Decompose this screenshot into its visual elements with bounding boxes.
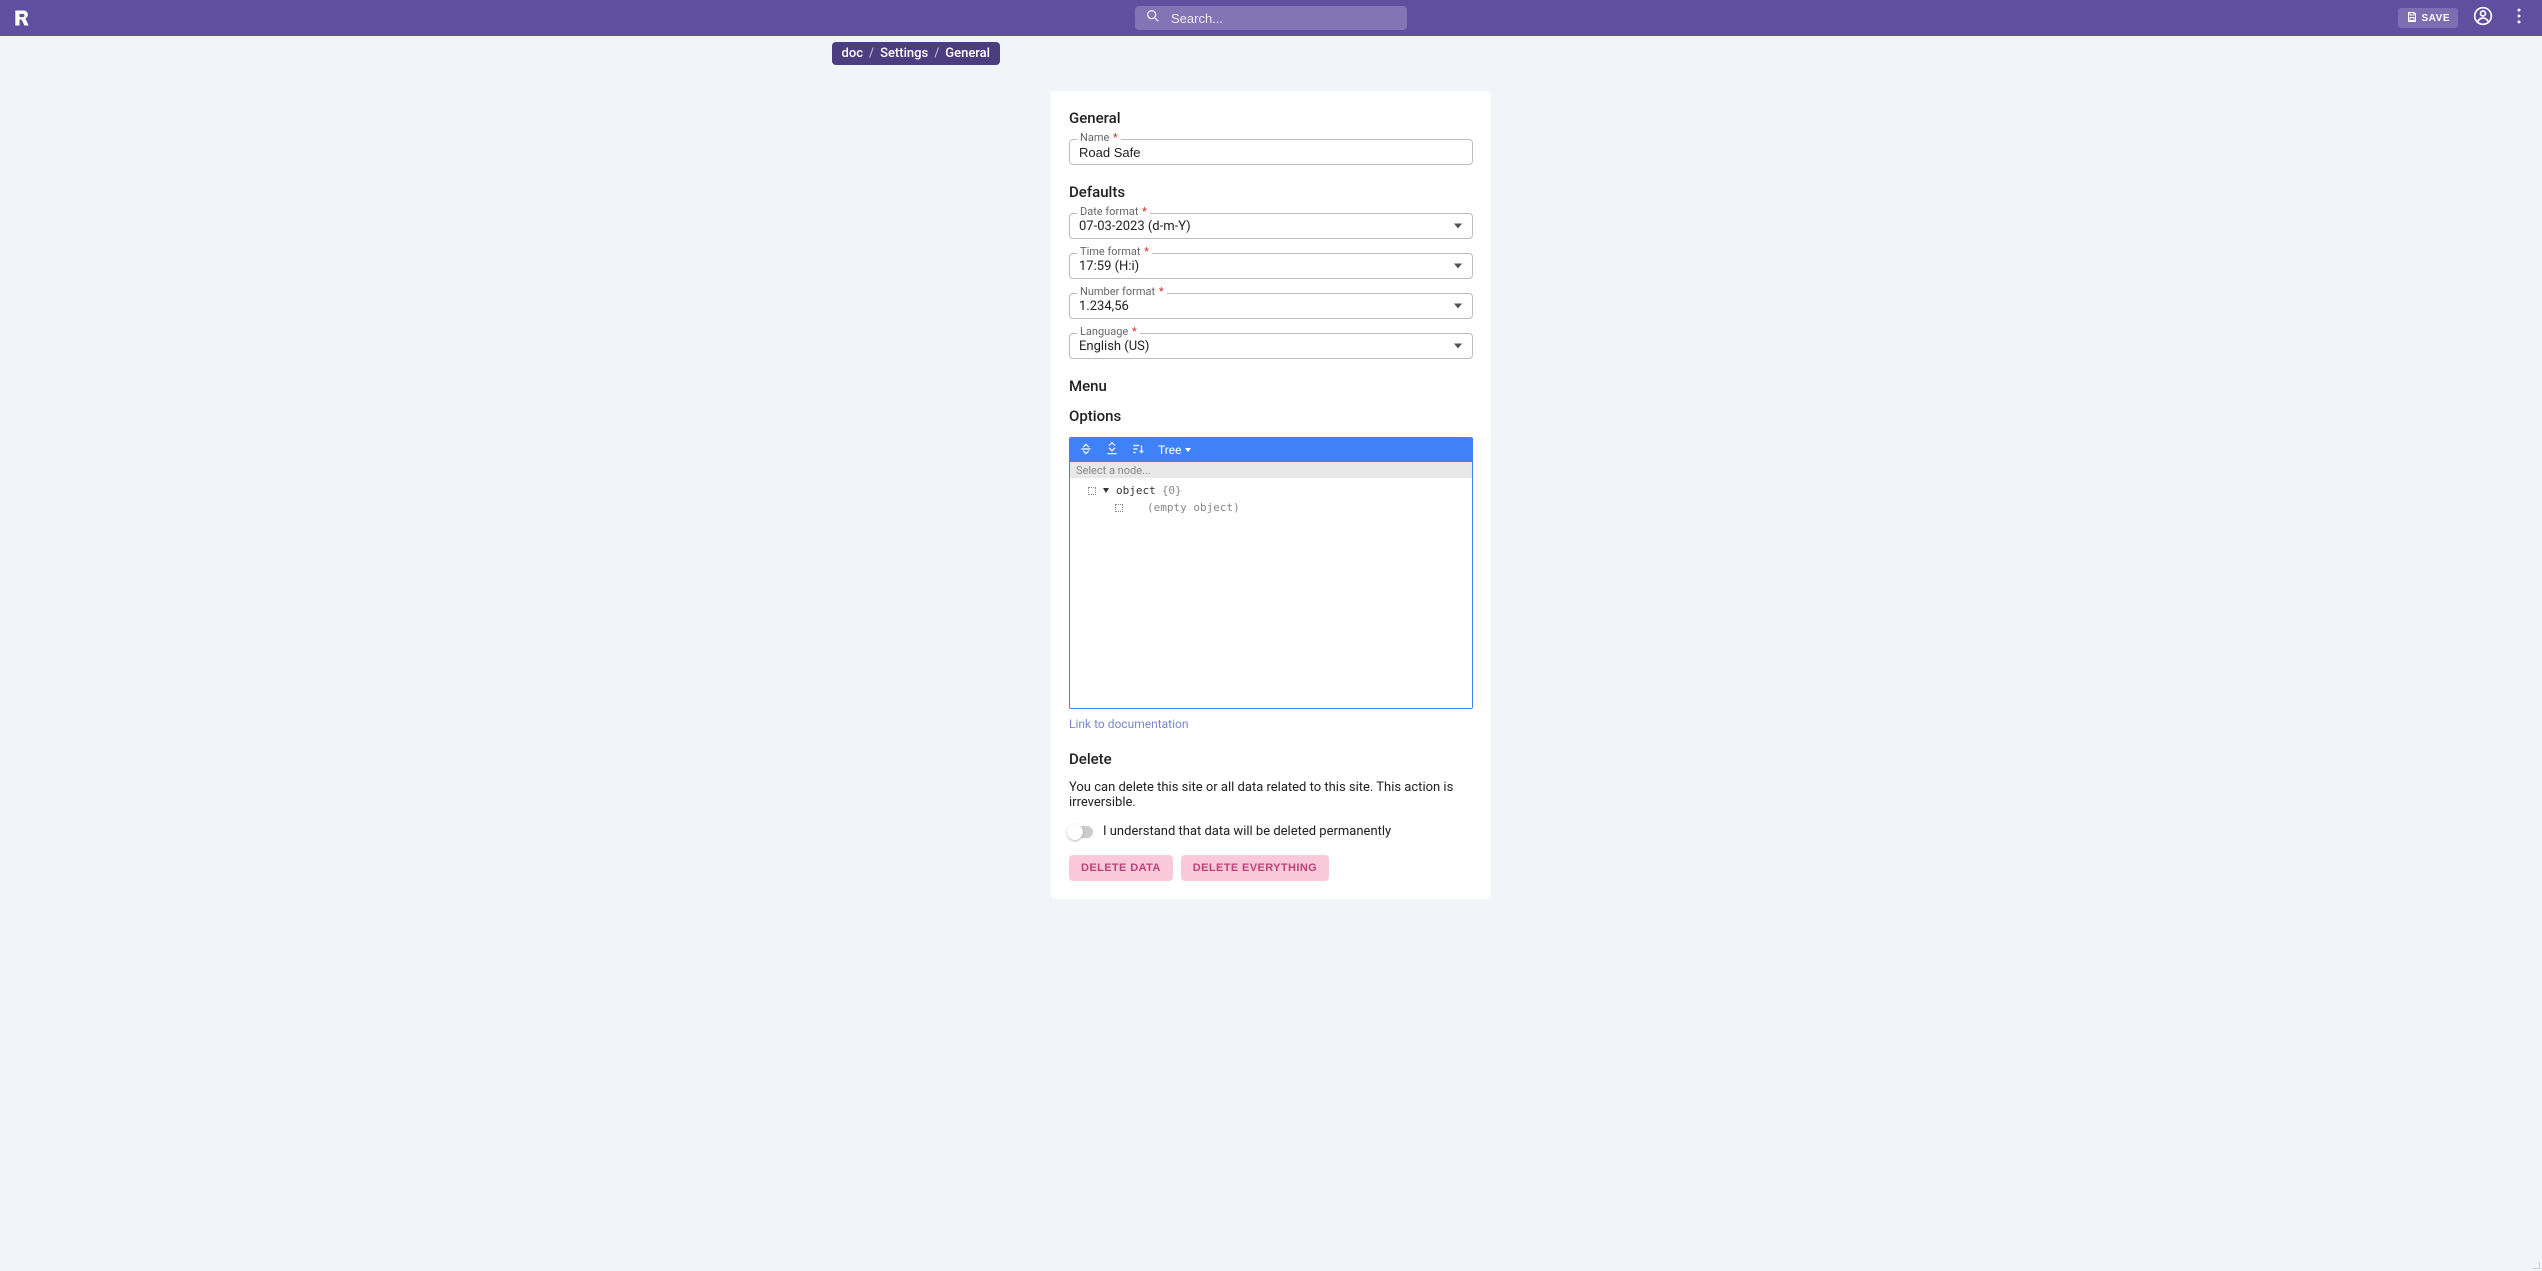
more-vert-icon bbox=[2509, 6, 2529, 30]
drag-handle-icon[interactable] bbox=[1088, 487, 1096, 495]
documentation-link[interactable]: Link to documentation bbox=[1069, 717, 1188, 731]
expand-toggle-icon[interactable] bbox=[1103, 488, 1109, 493]
collapse-all-icon bbox=[1079, 442, 1093, 459]
label-language: Language * bbox=[1077, 326, 1140, 337]
section-title-delete: Delete bbox=[1069, 750, 1473, 768]
field-name: Name * bbox=[1069, 139, 1473, 165]
editor-mode-label: Tree bbox=[1158, 443, 1181, 457]
breadcrumb-separator: / bbox=[869, 46, 874, 61]
breadcrumb-item-doc[interactable]: doc bbox=[842, 46, 864, 61]
topbar-actions: SAVE bbox=[2398, 7, 2531, 29]
settings-card: General Name * Defaults Date format * 07… bbox=[1051, 91, 1491, 899]
section-title-general: General bbox=[1069, 109, 1473, 127]
label-time-format: Time format * bbox=[1077, 246, 1152, 257]
chevron-down-icon bbox=[1185, 448, 1191, 452]
label-number-format: Number format * bbox=[1077, 286, 1167, 297]
section-title-options: Options bbox=[1069, 407, 1473, 425]
sort-icon bbox=[1131, 442, 1145, 459]
confirm-delete-toggle[interactable] bbox=[1069, 826, 1093, 838]
breadcrumb: doc / Settings / General bbox=[832, 42, 1000, 65]
save-button[interactable]: SAVE bbox=[2398, 8, 2459, 28]
section-title-defaults: Defaults bbox=[1069, 183, 1473, 201]
app-logo[interactable] bbox=[12, 8, 32, 28]
date-format-value: 07-03-2023 (d-m-Y) bbox=[1079, 219, 1191, 234]
global-search[interactable] bbox=[1135, 6, 1407, 30]
time-format-value: 17:59 (H:i) bbox=[1079, 259, 1139, 274]
json-tree[interactable]: object {0} (empty object) bbox=[1070, 478, 1472, 708]
account-button[interactable] bbox=[2472, 7, 2494, 29]
chevron-down-icon bbox=[1454, 264, 1462, 269]
chevron-down-icon bbox=[1454, 304, 1462, 309]
sort-button[interactable] bbox=[1130, 442, 1146, 458]
json-root-count: {0} bbox=[1162, 484, 1182, 497]
editor-mode-select[interactable]: Tree bbox=[1158, 443, 1191, 457]
field-number-format: Number format * 1.234,56 bbox=[1069, 293, 1473, 319]
json-editor-toolbar: Tree bbox=[1070, 438, 1472, 462]
json-root-row[interactable]: object {0} bbox=[1070, 482, 1472, 499]
name-input[interactable] bbox=[1069, 139, 1473, 165]
breadcrumb-item-settings[interactable]: Settings bbox=[880, 46, 928, 61]
section-title-menu: Menu bbox=[1069, 377, 1473, 395]
json-editor: Tree Select a node... object {0} (empty … bbox=[1069, 437, 1473, 709]
label-date-format: Date format * bbox=[1077, 206, 1150, 217]
label-name: Name * bbox=[1077, 132, 1121, 143]
delete-description: You can delete this site or all data rel… bbox=[1069, 780, 1473, 810]
breadcrumb-item-general[interactable]: General bbox=[945, 46, 990, 61]
expand-all-button[interactable] bbox=[1104, 442, 1120, 458]
confirm-delete-row: I understand that data will be deleted p… bbox=[1069, 824, 1473, 839]
chevron-down-icon bbox=[1454, 224, 1462, 229]
json-node-search[interactable]: Select a node... bbox=[1070, 462, 1472, 478]
confirm-delete-label: I understand that data will be deleted p… bbox=[1103, 824, 1391, 839]
field-date-format: Date format * 07-03-2023 (d-m-Y) bbox=[1069, 213, 1473, 239]
drag-handle-icon[interactable] bbox=[1115, 504, 1123, 512]
topbar: SAVE bbox=[0, 0, 2542, 36]
chevron-down-icon bbox=[1454, 344, 1462, 349]
delete-everything-button[interactable]: DELETE EVERYTHING bbox=[1181, 855, 1329, 881]
number-format-value: 1.234,56 bbox=[1079, 299, 1129, 314]
save-label: SAVE bbox=[2422, 13, 2451, 24]
language-value: English (US) bbox=[1079, 339, 1149, 354]
field-time-format: Time format * 17:59 (H:i) bbox=[1069, 253, 1473, 279]
account-icon bbox=[2473, 6, 2493, 30]
collapse-all-button[interactable] bbox=[1078, 442, 1094, 458]
more-menu-button[interactable] bbox=[2508, 7, 2530, 29]
search-icon bbox=[1145, 8, 1161, 28]
json-empty-row[interactable]: (empty object) bbox=[1070, 499, 1472, 516]
expand-all-icon bbox=[1105, 442, 1119, 459]
field-language: Language * English (US) bbox=[1069, 333, 1473, 359]
delete-data-button[interactable]: DELETE DATA bbox=[1069, 855, 1173, 881]
json-root-type: object bbox=[1116, 484, 1156, 497]
save-icon bbox=[2406, 11, 2418, 26]
json-empty-label: (empty object) bbox=[1129, 501, 1240, 514]
breadcrumb-separator: / bbox=[934, 46, 939, 61]
search-input[interactable] bbox=[1169, 10, 1397, 27]
